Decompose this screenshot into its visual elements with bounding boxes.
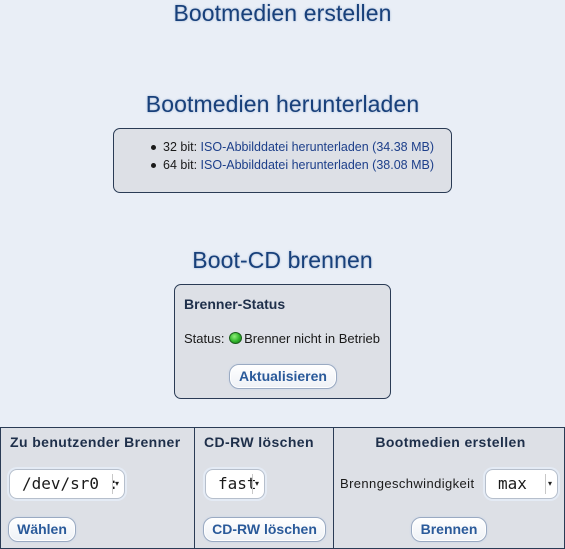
page-title: Bootmedien erstellen	[173, 0, 392, 26]
burner-status-panel: Brenner-Status Status: Brenner nicht in …	[174, 284, 391, 399]
bullet-icon	[151, 145, 156, 150]
erase-column: CD-RW löschen fast ▾ CD-RW löschen	[195, 428, 334, 548]
download-64bit-link[interactable]: ISO-Abbilddatei herunterladen (38.08 MB)	[201, 158, 434, 172]
download-bits-label: 64 bit:	[163, 158, 198, 172]
burner-device-select[interactable]: /dev/sr0 : ▾	[9, 469, 125, 499]
status-led-icon	[229, 332, 243, 344]
dropdown-arrow-icon: ▾	[252, 474, 261, 494]
bullet-icon	[151, 163, 156, 168]
dropdown-arrow-icon: ▾	[112, 474, 121, 494]
download-list: 32 bit: ISO-Abbilddatei herunterladen (3…	[151, 138, 434, 174]
status-text: Brenner nicht in Betrieb	[244, 331, 380, 346]
download-bits-label: 32 bit:	[163, 140, 198, 154]
download-item-32bit: 32 bit: ISO-Abbilddatei herunterladen (3…	[151, 138, 434, 156]
create-column: Bootmedien erstellen Brenngeschwindigkei…	[334, 428, 564, 548]
refresh-button[interactable]: Aktualisieren	[229, 364, 337, 389]
create-column-title: Bootmedien erstellen	[375, 434, 526, 450]
burner-device-value: /dev/sr0 :	[22, 474, 119, 493]
download-item-64bit: 64 bit: ISO-Abbilddatei herunterladen (3…	[151, 156, 434, 174]
download-32bit-link[interactable]: ISO-Abbilddatei herunterladen (34.38 MB)	[201, 140, 434, 154]
burn-speed-label: Brenngeschwindigkeit	[340, 476, 475, 491]
burner-column-title: Zu benutzender Brenner	[10, 434, 181, 450]
burn-section-title: Boot-CD brennen	[192, 247, 373, 273]
burn-speed-select[interactable]: max ▾	[485, 469, 558, 499]
burn-options-table: Zu benutzender Brenner /dev/sr0 : ▾ Wähl…	[0, 427, 565, 549]
burner-status-line: Status: Brenner nicht in Betrieb	[184, 331, 380, 346]
erase-mode-select[interactable]: fast ▾	[205, 469, 265, 499]
burn-button[interactable]: Brennen	[411, 517, 487, 542]
erase-cdrw-button[interactable]: CD-RW löschen	[203, 517, 326, 542]
select-burner-button[interactable]: Wählen	[8, 517, 76, 542]
dropdown-arrow-icon: ▾	[545, 474, 554, 494]
burn-speed-value: max	[498, 474, 527, 493]
download-section-title: Bootmedien herunterladen	[145, 91, 420, 117]
erase-column-title: CD-RW löschen	[204, 434, 314, 450]
status-label: Status:	[184, 331, 225, 346]
burner-column: Zu benutzender Brenner /dev/sr0 : ▾ Wähl…	[1, 428, 195, 548]
download-panel: 32 bit: ISO-Abbilddatei herunterladen (3…	[113, 128, 452, 193]
burner-status-title: Brenner-Status	[184, 296, 286, 312]
erase-mode-value: fast	[218, 474, 257, 493]
